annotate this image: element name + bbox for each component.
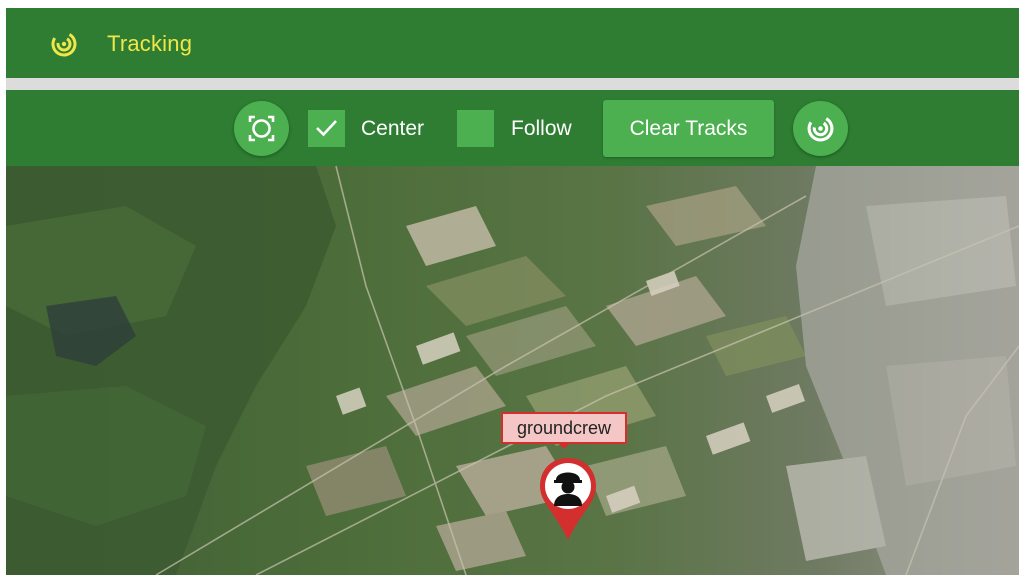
radar-icon bbox=[807, 115, 834, 142]
fit-bounds-icon bbox=[248, 115, 275, 142]
satellite-map[interactable]: groundcrew bbox=[6, 166, 1019, 575]
divider bbox=[6, 78, 1019, 90]
follow-label: Follow bbox=[511, 117, 572, 140]
center-label: Center bbox=[361, 117, 425, 140]
page-title: Tracking bbox=[107, 31, 193, 56]
center-checkbox[interactable] bbox=[308, 110, 345, 147]
radar-icon bbox=[51, 31, 77, 57]
app-window: Tracking Center Follow Clear Tracks grou… bbox=[6, 8, 1019, 575]
marker-label: groundcrew bbox=[501, 412, 627, 449]
clear-tracks-button[interactable]: Clear Tracks bbox=[603, 100, 774, 157]
checkmark-icon bbox=[316, 120, 337, 137]
fit-bounds-button[interactable] bbox=[234, 101, 289, 156]
satellite-imagery bbox=[6, 166, 1019, 575]
tracking-button[interactable] bbox=[793, 101, 848, 156]
toolbar: Center Follow Clear Tracks bbox=[6, 90, 1019, 166]
worker-helmet-icon[interactable] bbox=[537, 456, 599, 542]
follow-checkbox[interactable] bbox=[457, 110, 494, 147]
title-bar: Tracking bbox=[6, 8, 1019, 78]
